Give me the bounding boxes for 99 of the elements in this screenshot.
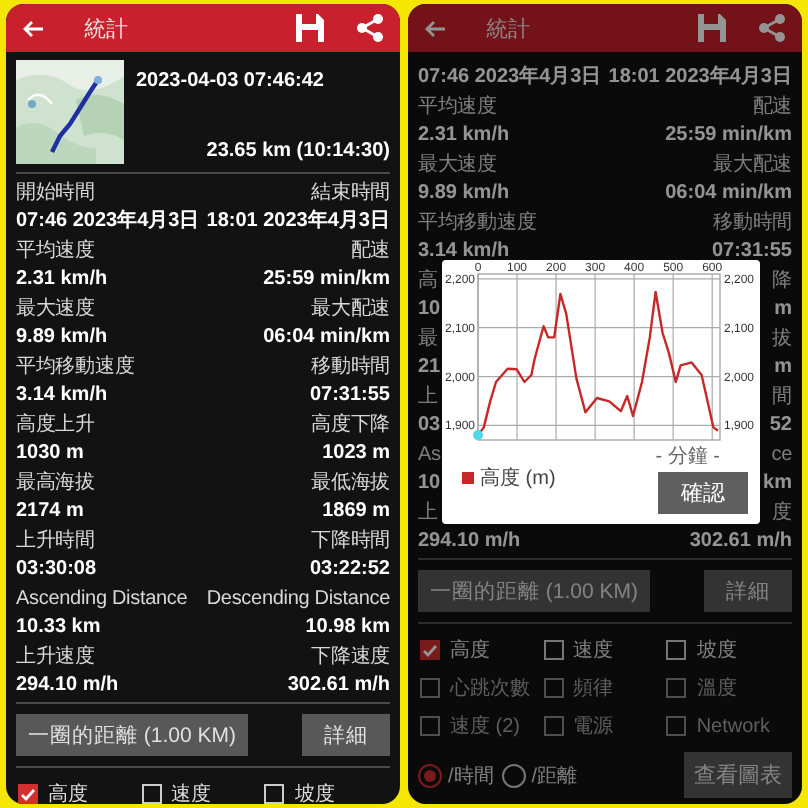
stat-value: 294.10 m/h [16, 672, 119, 700]
stat-value: 52 [769, 412, 792, 440]
stat-value: 3.14 km/h [16, 382, 108, 410]
stat-value: 10.98 km [305, 614, 390, 642]
stat-value: 3.14 km/h [418, 238, 510, 262]
lap-distance-button[interactable]: 一圈的距離 (1.00 KM) [418, 570, 651, 612]
stat-label: 上 [418, 383, 438, 412]
stat-value: 2.31 km/h [16, 266, 108, 294]
stat-label: 上升時間 [16, 527, 95, 556]
checkbox[interactable]: 高度 [18, 780, 142, 804]
stat-value: km [763, 470, 792, 498]
stat-value: 18:01 2023年4月3日 [608, 64, 792, 92]
details-button[interactable]: 詳細 [302, 714, 390, 756]
share-icon[interactable] [758, 14, 786, 42]
checkmark-icon [422, 643, 438, 657]
stat-value: 9.89 km/h [418, 180, 510, 208]
share-icon[interactable] [356, 14, 384, 42]
stat-label: Descending Distance [206, 586, 390, 614]
stat-value: 2174 m [16, 498, 84, 526]
stat-label: 移動時間 [311, 353, 390, 382]
stat-value: 10 [418, 296, 441, 324]
stat-value: 07:46 2023年4月3日 [16, 208, 200, 236]
checkmark-icon [20, 787, 36, 801]
stat-label: 下降速度 [311, 643, 390, 672]
stat-value: 03 [418, 412, 441, 440]
checkbox[interactable]: 高度 [420, 636, 544, 664]
stat-value: m [774, 296, 792, 324]
stat-label: 平均速度 [16, 237, 95, 266]
save-icon[interactable] [698, 14, 726, 42]
stat-value: 25:59 min/km [263, 266, 390, 294]
stat-value: 21 [418, 354, 441, 382]
stat-label: 最低海拔 [311, 470, 390, 498]
stat-value: 10 [418, 470, 441, 498]
legend-label: 高度 (m) [480, 465, 556, 492]
stat-value: 07:46 2023年4月3日 [418, 64, 602, 92]
total-distance: 23.65 km (10:14:30) [206, 140, 390, 162]
stat-label: 下降時間 [311, 527, 390, 556]
stat-label: 最大速度 [16, 295, 95, 324]
stat-label: 開始時間 [16, 179, 95, 208]
stat-label: 高度上升 [16, 411, 95, 440]
back-icon[interactable] [424, 19, 446, 37]
stat-label: 平均速度 [418, 93, 497, 122]
stat-label: 高 [418, 267, 438, 296]
stat-value: 10.33 km [16, 614, 101, 642]
lap-distance-button[interactable]: 一圈的距離 (1.00 KM) [16, 714, 249, 756]
stat-label: 最高海拔 [16, 469, 95, 498]
save-icon[interactable] [296, 14, 324, 42]
screen-title: 統計 [84, 15, 130, 43]
view-chart-button[interactable]: 查看圖表 [684, 752, 792, 798]
stat-label: 最大速度 [418, 151, 497, 180]
stat-label: 間 [772, 384, 792, 412]
stat-value: 302.61 m/h [689, 528, 792, 556]
checkbox[interactable]: 坡度 [666, 636, 790, 664]
stat-label: 上升速度 [16, 643, 95, 672]
radio-button[interactable]: /時間 [418, 761, 494, 789]
confirm-button[interactable]: 確認 [658, 472, 748, 514]
checkbox[interactable]: 速度 [141, 780, 265, 804]
stat-value: 9.89 km/h [16, 324, 108, 352]
stat-label: As [418, 442, 441, 470]
stat-value: 06:04 min/km [665, 180, 792, 208]
stat-label: 平均移動速度 [16, 353, 135, 382]
axis-label: - 分鐘 - [655, 446, 720, 468]
stat-value: 03:30:08 [16, 556, 97, 584]
stat-value: 302.61 m/h [287, 672, 390, 700]
stat-value: 25:59 min/km [665, 122, 792, 150]
recorded-date: 2023-04-03 07:46:42 [136, 70, 326, 92]
stat-label: 拔 [772, 326, 792, 354]
stat-value: 294.10 m/h [418, 528, 521, 556]
details-button[interactable]: 詳細 [704, 570, 792, 612]
checkbox[interactable]: 速度 [543, 636, 667, 664]
stat-label: 結束時間 [311, 179, 390, 208]
stat-label: 上 [418, 499, 438, 528]
stat-label: 配速 [752, 93, 792, 122]
checkbox[interactable]: 坡度 [264, 780, 388, 804]
stat-label: 高度下降 [311, 411, 390, 440]
stat-label: 度 [772, 499, 792, 528]
radio-button[interactable]: /距離 [501, 761, 578, 789]
start-marker [473, 430, 483, 441]
stat-value: 1023 m [322, 440, 390, 468]
stat-value: 2.31 km/h [418, 122, 510, 150]
stat-value: m [774, 354, 792, 382]
stat-value: 07:31:55 [309, 382, 390, 410]
stat-value: 1869 m [322, 498, 390, 526]
stat-label: 最大配速 [311, 295, 390, 324]
stat-label: 最 [418, 326, 438, 354]
back-icon[interactable] [22, 19, 44, 37]
stat-label: 移動時間 [713, 209, 792, 238]
stat-label: 降 [772, 268, 792, 296]
stat-label: Ascending Distance [16, 586, 188, 614]
stat-value: 03:22:52 [309, 556, 390, 584]
stat-value: 1030 m [16, 440, 84, 468]
stat-value: 18:01 2023年4月3日 [206, 208, 390, 236]
stat-label: 最大配速 [713, 151, 792, 180]
stat-label: 平均移動速度 [418, 209, 537, 238]
stat-value: 07:31:55 [711, 238, 792, 262]
screen-title: 統計 [486, 15, 532, 43]
stat-value: 06:04 min/km [263, 324, 390, 352]
stat-label: ce [771, 442, 792, 470]
stat-label: 配速 [350, 237, 390, 266]
